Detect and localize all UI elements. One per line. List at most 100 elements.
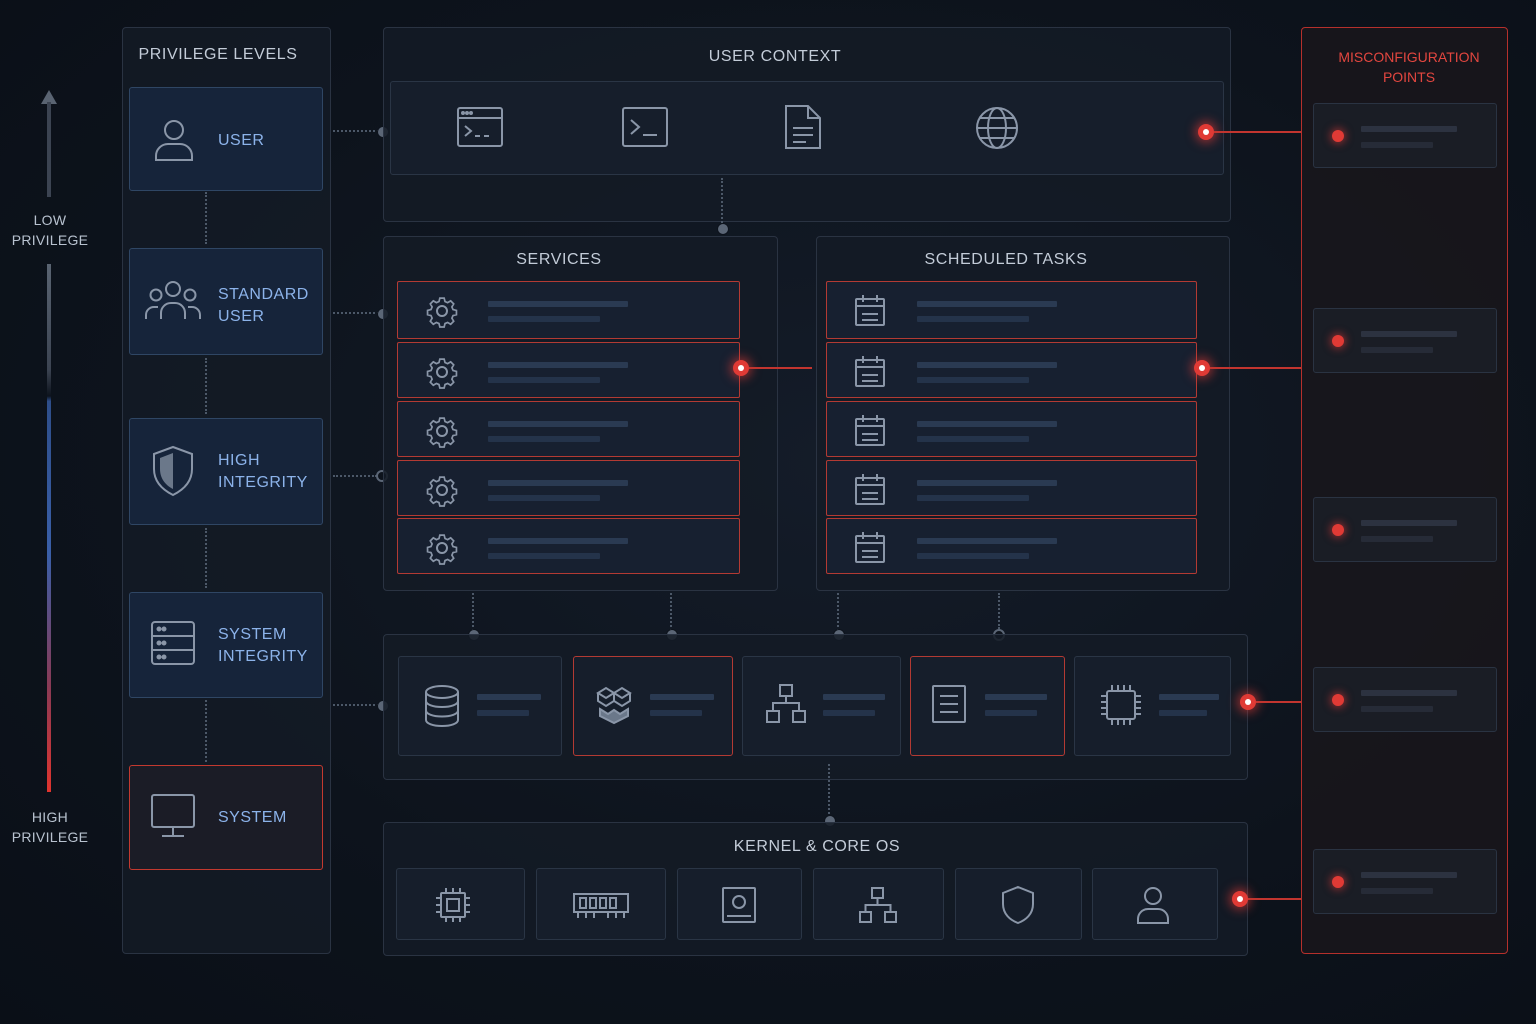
kernel-tile[interactable] [1092,868,1218,940]
database-icon [423,684,461,728]
scheduled-task-row[interactable] [826,281,1197,339]
text-placeholder [488,436,600,442]
text-placeholder [488,553,600,559]
misconfig-marker[interactable] [1194,360,1210,376]
scheduled-task-row[interactable] [826,342,1197,398]
services-title: SERVICES [516,251,602,268]
text-placeholder [1361,331,1457,337]
kernel-title: KERNEL & CORE OS [733,838,901,855]
service-row[interactable] [397,518,740,574]
globe-icon[interactable] [975,106,1019,150]
list-document-icon [931,684,967,724]
text-placeholder [917,362,1057,368]
text-placeholder [488,316,600,322]
text-placeholder [488,301,628,307]
gear-icon [424,413,460,449]
privilege-connector [205,700,207,762]
network-icon [765,683,807,725]
privilege-link [333,130,379,132]
kernel-tile[interactable] [396,868,525,940]
misconfig-indicator [1332,694,1344,706]
document-icon[interactable] [784,104,822,150]
text-placeholder [1361,520,1457,526]
text-placeholder [917,421,1057,427]
text-placeholder [917,495,1029,501]
privilege-level-system[interactable]: SYSTEM [129,765,323,870]
misconfig-marker[interactable] [1232,891,1248,907]
scheduled-task-row[interactable] [826,460,1197,516]
layer-connector [837,593,839,631]
app-window-icon[interactable] [456,106,504,148]
misconfiguration-item[interactable] [1313,667,1497,732]
terminal-icon[interactable] [621,106,669,148]
misconfiguration-item[interactable] [1313,103,1497,168]
privilege-levels-title: PRIVILEGE LEVELS [138,46,298,63]
layer-connector [670,593,672,631]
privilege-level-user[interactable]: USER [129,87,323,191]
service-row[interactable] [397,460,740,516]
privilege-link [333,475,377,477]
kernel-tile[interactable] [536,868,666,940]
text-placeholder [917,553,1029,559]
kernel-tile[interactable] [813,868,944,940]
gear-icon [424,293,460,329]
component-tile[interactable] [398,656,562,756]
misconfiguration-item[interactable] [1313,849,1497,914]
misconfiguration-item[interactable] [1313,308,1497,373]
gear-icon [424,354,460,390]
text-placeholder [1361,347,1433,353]
misconfig-marker[interactable] [1198,124,1214,140]
misconfiguration-item[interactable] [1313,497,1497,562]
misconfig-indicator [1332,524,1344,536]
text-placeholder [1361,706,1433,712]
layer-connector [828,764,830,818]
text-placeholder [1361,142,1433,148]
calendar-icon [853,472,887,506]
text-placeholder [917,436,1029,442]
monitor-icon [150,793,196,839]
component-tile[interactable] [910,656,1065,756]
calendar-icon [853,354,887,388]
user-icon [1136,885,1170,925]
text-placeholder [917,538,1057,544]
service-row[interactable] [397,401,740,457]
kernel-tile[interactable] [677,868,802,940]
misconfig-marker[interactable] [733,360,749,376]
kernel-tile[interactable] [955,868,1082,940]
gear-icon [424,530,460,566]
component-tile[interactable] [742,656,901,756]
cpu-chip-icon [434,886,472,924]
misconfig-marker[interactable] [1240,694,1256,710]
shield-icon [1001,885,1035,925]
misconfig-link [749,367,812,369]
service-row[interactable] [397,342,740,398]
component-tile[interactable] [573,656,733,756]
text-placeholder [488,480,628,486]
privilege-level-label: STANDARD USER [218,286,309,325]
memory-icon [572,891,630,921]
gear-icon [424,472,460,508]
privilege-level-system-integrity[interactable]: SYSTEM INTEGRITY [129,592,323,698]
text-placeholder [1361,872,1457,878]
text-placeholder [1361,536,1433,542]
misconfig-link [1256,701,1301,703]
privilege-link [333,704,379,706]
service-row[interactable] [397,281,740,339]
text-placeholder [1361,690,1457,696]
users-group-icon [144,279,202,323]
high-privilege-label: HIGH PRIVILEGE [11,809,89,845]
calendar-icon [853,413,887,447]
scheduled-task-row[interactable] [826,518,1197,574]
privilege-level-high-integrity[interactable]: HIGH INTEGRITY [129,418,323,525]
text-placeholder [488,538,628,544]
calendar-icon [853,293,887,327]
privilege-level-standard-user[interactable]: STANDARD USER [129,248,323,355]
disk-icon [721,886,757,924]
misconfig-link [1248,898,1301,900]
component-tile[interactable] [1074,656,1231,756]
scheduled-task-row[interactable] [826,401,1197,457]
misconfiguration-title: MISCONFIGURATION POINTS [1338,49,1480,85]
text-placeholder [488,377,600,383]
text-placeholder [1361,126,1457,132]
user-icon [150,116,198,164]
